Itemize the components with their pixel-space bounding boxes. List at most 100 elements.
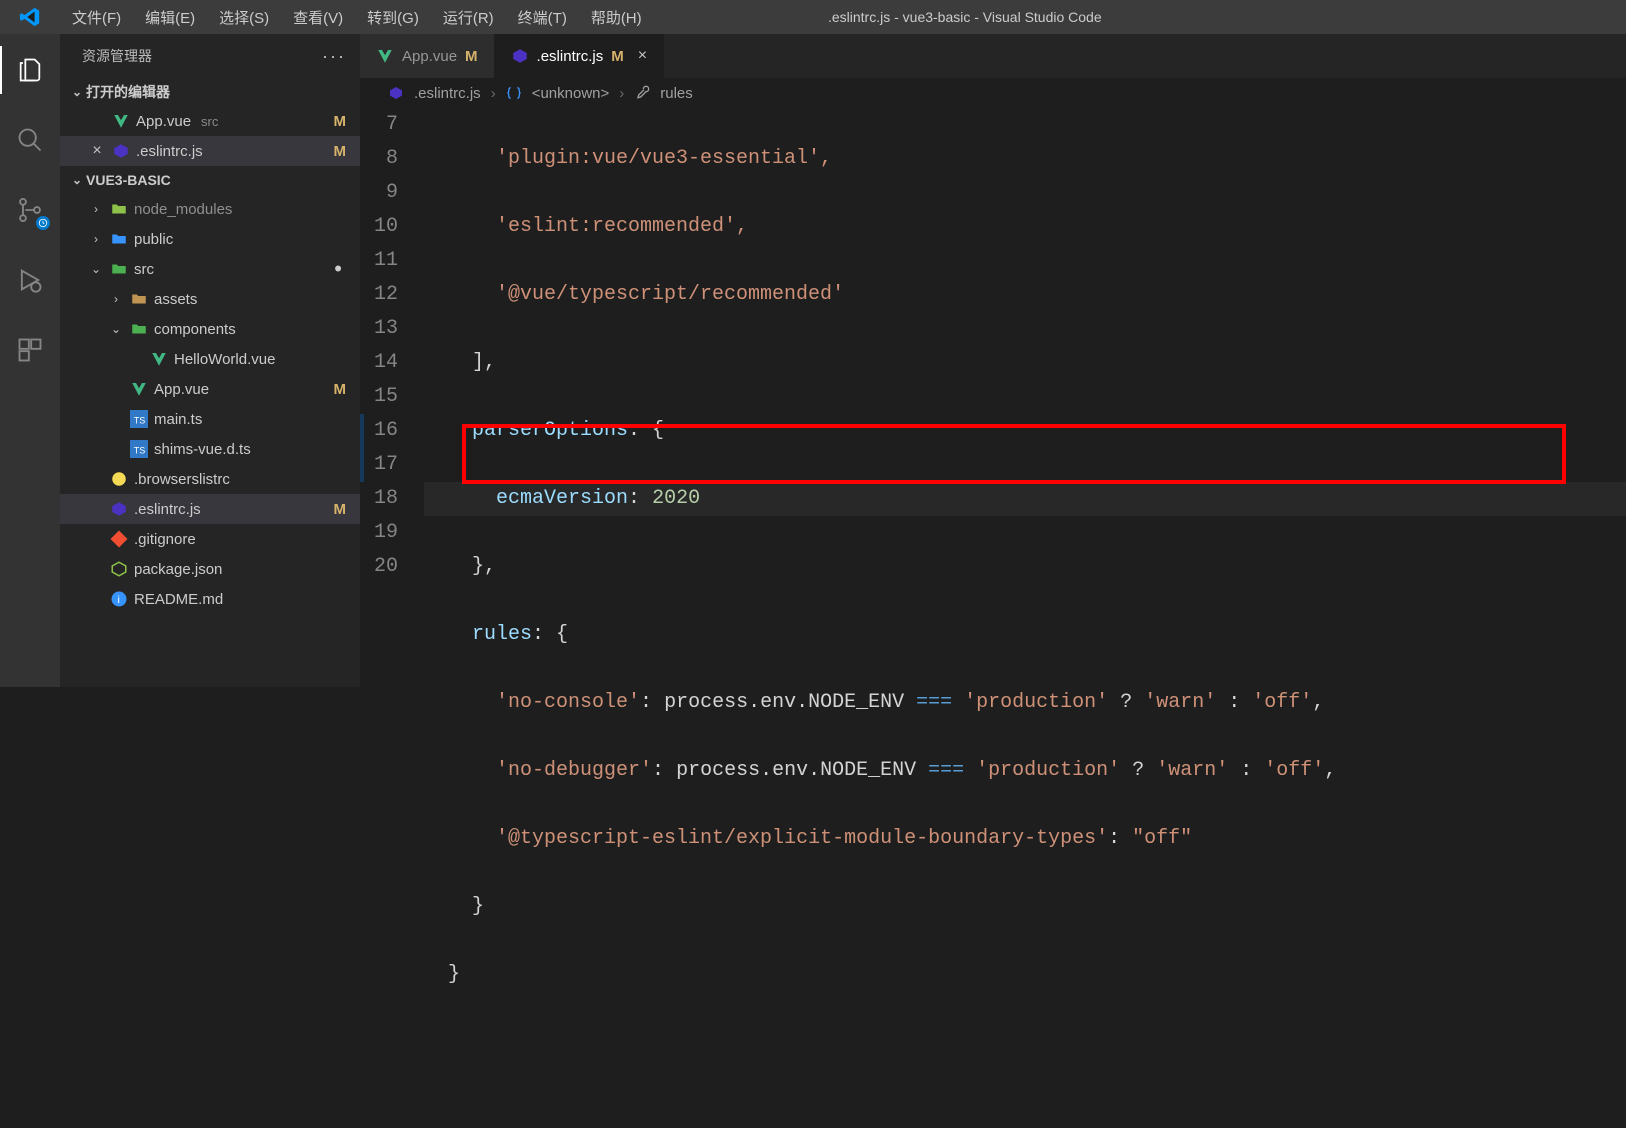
file-appvue[interactable]: · App.vue M	[60, 374, 360, 404]
activity-explorer[interactable]	[0, 46, 60, 94]
tree-label: main.ts	[154, 411, 202, 428]
activity-extensions[interactable]	[0, 326, 60, 374]
menu-selection[interactable]: 选择(S)	[207, 1, 281, 34]
tab-label: .eslintrc.js	[537, 48, 604, 65]
activity-search[interactable]	[0, 116, 60, 164]
vue-file-icon	[112, 112, 130, 130]
menu-help[interactable]: 帮助(H)	[579, 1, 654, 34]
eslint-file-icon	[388, 85, 404, 101]
explorer-sidebar: 资源管理器 ··· ⌄ 打开的编辑器 App.vue src M × .esli…	[60, 34, 360, 687]
tree-label: shims-vue.d.ts	[154, 441, 251, 458]
tree-label: .gitignore	[134, 531, 196, 548]
chevron-right-icon: ›	[619, 85, 624, 102]
git-file-icon	[110, 530, 128, 548]
tab-appvue[interactable]: App.vue M	[360, 34, 495, 78]
open-editors-label: 打开的编辑器	[86, 82, 170, 102]
sidebar-title: 资源管理器	[82, 46, 152, 66]
file-eslintrc[interactable]: · .eslintrc.js M	[60, 494, 360, 524]
code-content[interactable]: 'plugin:vue/vue3-essential', 'eslint:rec…	[448, 108, 1626, 1128]
breadcrumb-rules[interactable]: rules	[660, 85, 693, 102]
eslint-file-icon	[511, 47, 529, 65]
info-file-icon: i	[110, 590, 128, 608]
file-shims[interactable]: · TS shims-vue.d.ts	[60, 434, 360, 464]
tree-label: public	[134, 231, 173, 248]
tree-label: assets	[154, 291, 197, 308]
chevron-right-icon: ›	[88, 202, 104, 216]
tab-label: App.vue	[402, 48, 457, 65]
scm-pending-badge-icon	[36, 216, 50, 230]
symbol-object-icon	[506, 85, 522, 101]
chevron-down-icon: ⌄	[68, 173, 86, 187]
menu-go[interactable]: 转到(G)	[355, 1, 431, 34]
tab-close-icon[interactable]: ×	[638, 47, 647, 65]
breadcrumb-unknown[interactable]: <unknown>	[532, 85, 610, 102]
sidebar-more-icon[interactable]: ···	[322, 46, 346, 67]
open-editor-name: App.vue	[136, 113, 191, 130]
file-helloworld[interactable]: · HelloWorld.vue	[60, 344, 360, 374]
ts-file-icon: TS	[130, 440, 148, 458]
line-number-gutter: 78910 11121314 15161718 1920	[360, 108, 424, 584]
file-browserslist[interactable]: · .browserslistrc	[60, 464, 360, 494]
project-header[interactable]: ⌄ VUE3-BASIC	[60, 166, 360, 194]
vue-file-icon	[150, 350, 168, 368]
folder-src[interactable]: ⌄ src •	[60, 254, 360, 284]
eslint-file-icon	[110, 500, 128, 518]
tree-label: App.vue	[154, 381, 209, 398]
tree-label: README.md	[134, 591, 223, 608]
folder-icon	[110, 200, 128, 218]
tree-label: components	[154, 321, 236, 338]
breadcrumb[interactable]: .eslintrc.js › <unknown> › rules	[360, 78, 1626, 108]
project-label: VUE3-BASIC	[86, 172, 171, 188]
vue-file-icon	[130, 380, 148, 398]
open-editors-header[interactable]: ⌄ 打开的编辑器	[60, 78, 360, 106]
title-bar: 文件(F) 编辑(E) 选择(S) 查看(V) 转到(G) 运行(R) 终端(T…	[0, 0, 1626, 34]
activity-bar	[0, 34, 60, 687]
folder-icon	[110, 230, 128, 248]
open-editor-eslintrc[interactable]: × .eslintrc.js M	[60, 136, 360, 166]
folder-public[interactable]: › public	[60, 224, 360, 254]
activity-run-debug[interactable]	[0, 256, 60, 304]
tree-label: .browserslistrc	[134, 471, 230, 488]
folder-components[interactable]: ⌄ components	[60, 314, 360, 344]
activity-source-control[interactable]	[0, 186, 60, 234]
tab-eslintrc[interactable]: .eslintrc.js M ×	[495, 34, 665, 78]
breadcrumb-file[interactable]: .eslintrc.js	[414, 85, 481, 102]
menu-bar: 文件(F) 编辑(E) 选择(S) 查看(V) 转到(G) 运行(R) 终端(T…	[60, 1, 654, 34]
folder-open-icon	[130, 320, 148, 338]
menu-run[interactable]: 运行(R)	[431, 1, 506, 34]
open-editor-modified-badge: M	[334, 143, 361, 160]
open-editor-name: .eslintrc.js	[136, 143, 203, 160]
folder-node-modules[interactable]: › node_modules	[60, 194, 360, 224]
file-packagejson[interactable]: · package.json	[60, 554, 360, 584]
editor-close-icon[interactable]: ×	[88, 142, 106, 160]
folder-icon	[130, 290, 148, 308]
file-readme[interactable]: · i README.md	[60, 584, 360, 614]
chevron-down-icon: ⌄	[108, 322, 124, 336]
svg-text:i: i	[118, 594, 120, 606]
menu-file[interactable]: 文件(F)	[60, 1, 133, 34]
menu-edit[interactable]: 编辑(E)	[133, 1, 207, 34]
tree-label: HelloWorld.vue	[174, 351, 275, 368]
svg-text:TS: TS	[134, 416, 146, 426]
menu-view[interactable]: 查看(V)	[281, 1, 355, 34]
chevron-right-icon: ›	[88, 232, 104, 246]
vscode-logo-icon	[0, 6, 60, 28]
chevron-down-icon: ⌄	[68, 85, 86, 99]
tab-modified-badge: M	[611, 48, 624, 65]
eslint-file-icon	[112, 142, 130, 160]
symbol-property-icon	[634, 85, 650, 101]
editor-area: App.vue M .eslintrc.js M × .eslintrc.js …	[360, 34, 1626, 687]
vue-file-icon	[376, 47, 394, 65]
ts-file-icon: TS	[130, 410, 148, 428]
chevron-down-icon: ⌄	[88, 262, 104, 276]
file-gitignore[interactable]: · .gitignore	[60, 524, 360, 554]
file-maints[interactable]: · TS main.ts	[60, 404, 360, 434]
code-editor[interactable]: 78910 11121314 15161718 1920 'plugin:vue…	[360, 108, 1626, 687]
folder-assets[interactable]: › assets	[60, 284, 360, 314]
menu-terminal[interactable]: 终端(T)	[506, 1, 579, 34]
modified-badge: M	[334, 501, 361, 518]
modified-badge: M	[334, 381, 361, 398]
tree-label: src	[134, 261, 154, 278]
tree-label: node_modules	[134, 201, 232, 218]
open-editor-appvue[interactable]: App.vue src M	[60, 106, 360, 136]
